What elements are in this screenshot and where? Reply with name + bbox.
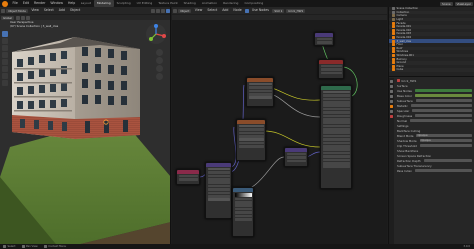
light-icon: [392, 18, 395, 22]
mesh-icon: [392, 54, 395, 58]
blender-logo-icon[interactable]: [2, 0, 8, 7]
tab-layout[interactable]: Layout: [78, 0, 94, 7]
tab-animation[interactable]: Animation: [199, 0, 220, 7]
view-layer-selector[interactable]: ViewLayer: [454, 1, 473, 6]
mesh-icon: [392, 57, 395, 61]
node-mapping[interactable]: [205, 162, 232, 219]
menu-render[interactable]: Render: [32, 0, 48, 7]
scene-tab-icon[interactable]: [390, 95, 393, 98]
material-properties: brick_HW1 Surface Use Nodes Base Color S…: [394, 78, 474, 173]
mouse-left-icon: [3, 245, 6, 248]
node-header: [321, 86, 351, 90]
mesh-icon: [392, 68, 395, 72]
mesh-icon: [392, 28, 395, 32]
node-header: [247, 78, 273, 82]
menu-edit[interactable]: Edit: [20, 0, 31, 7]
outliner[interactable]: Scene Collection Collection Camera Light…: [389, 7, 474, 77]
mouse-middle-icon: [21, 245, 25, 248]
mesh-icon: [392, 43, 395, 47]
node-header: [177, 170, 199, 174]
shader-node-editor[interactable]: Object View Select Add Node Use Nodes Sl…: [172, 7, 387, 249]
node-color-ramp[interactable]: [232, 187, 254, 237]
menu-window[interactable]: Window: [48, 0, 66, 7]
mesh-icon: [392, 36, 395, 40]
version-label: 3.0.0: [463, 245, 470, 248]
prop-pass-index[interactable]: Pass Index: [394, 168, 474, 173]
mesh-icon: [392, 39, 395, 43]
node-material-output[interactable]: [318, 59, 344, 79]
blend-mode-dropdown[interactable]: Opaque: [416, 133, 472, 138]
object-tab-icon[interactable]: [390, 105, 393, 108]
node-header: [285, 148, 307, 152]
tab-compositing[interactable]: Compositing: [241, 0, 266, 7]
status-select: Select: [7, 245, 16, 248]
tab-shading[interactable]: Shading: [181, 0, 199, 7]
world-tab-icon[interactable]: [390, 100, 393, 103]
menu-help[interactable]: Help: [65, 0, 77, 7]
mesh-icon: [392, 46, 395, 50]
node-header: [206, 163, 231, 167]
node-normal-map[interactable]: [284, 147, 308, 167]
tool-tab-icon[interactable]: [390, 80, 393, 83]
mesh-icon: [392, 61, 395, 65]
tab-sculpting[interactable]: Sculpting: [114, 0, 134, 7]
tab-modeling[interactable]: Modeling: [93, 0, 114, 7]
shadow-mode-dropdown[interactable]: Opaque: [419, 138, 472, 143]
node-principled-bsdf[interactable]: [320, 85, 352, 189]
node-header: [315, 33, 333, 37]
node-texture-coordinate[interactable]: [176, 169, 200, 185]
scene-render: [0, 37, 170, 249]
tab-rendering[interactable]: Rendering: [220, 0, 241, 7]
node-bump[interactable]: [314, 32, 334, 46]
outliner-item[interactable]: Cube: [389, 68, 474, 72]
mesh-icon: [392, 50, 395, 54]
render-tab-icon[interactable]: [390, 85, 393, 88]
modifier-tab-icon[interactable]: [390, 110, 393, 113]
scene-selector[interactable]: Scene: [440, 1, 453, 6]
status-bar: Select Pan View Context Menu 3.0.0: [0, 244, 474, 249]
output-tab-icon[interactable]: [390, 90, 393, 93]
mesh-icon: [392, 21, 395, 25]
3d-viewport[interactable]: Object Mode View Select Add Object Globa…: [0, 7, 171, 249]
right-sidebar: Scene Collection Collection Camera Light…: [388, 7, 474, 249]
status-context-menu: Context Menu: [48, 245, 67, 248]
properties-editor: brick_HW1 Surface Use Nodes Base Color S…: [389, 78, 474, 249]
node-header: [237, 120, 265, 124]
collection-icon: [392, 10, 395, 14]
collection-icon: [392, 7, 395, 11]
tab-texture-paint[interactable]: Texture Paint: [155, 0, 180, 7]
mesh-icon: [392, 64, 395, 68]
node-header: [233, 188, 253, 192]
status-pan-view: Pan View: [26, 245, 38, 248]
material-sphere-icon: [397, 79, 400, 82]
mouse-right-icon: [43, 245, 47, 248]
node-image-texture[interactable]: [246, 77, 274, 107]
node-header: [319, 60, 343, 64]
node-image-texture-2[interactable]: [236, 119, 266, 161]
top-menubar: File Edit Render Window Help Layout Mode…: [0, 0, 474, 7]
mesh-icon: [392, 25, 395, 29]
menu-file[interactable]: File: [10, 0, 20, 7]
tab-uv-editing[interactable]: UV Editing: [134, 0, 156, 7]
material-tab-icon[interactable]: [390, 115, 393, 118]
